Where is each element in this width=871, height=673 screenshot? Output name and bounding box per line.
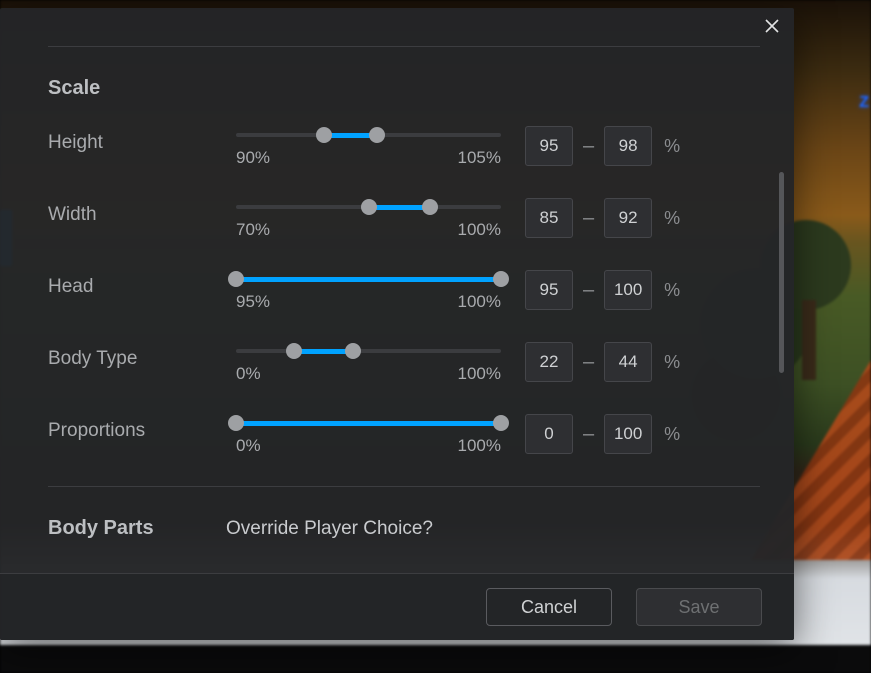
- scene-tree-trunk: [802, 300, 816, 380]
- override-player-choice-label: Override Player Choice?: [226, 518, 784, 540]
- scrollbar-thumb[interactable]: [779, 172, 784, 372]
- value-low-height[interactable]: [525, 126, 573, 166]
- section-title-body-parts: Body Parts: [48, 517, 226, 540]
- slider-height[interactable]: 90% 105%: [236, 126, 501, 168]
- unit-label: %: [664, 208, 680, 229]
- close-icon: [765, 19, 779, 33]
- value-high-input-head[interactable]: [605, 271, 651, 309]
- range-dash: –: [583, 136, 594, 156]
- slider-max-label: 100%: [458, 436, 501, 456]
- slider-min-label: 90%: [236, 148, 270, 168]
- save-button: Save: [636, 588, 762, 626]
- modal-body: Scale Height 90% 105% –% Width 70% 100% –% Head 9…: [0, 46, 784, 573]
- slider-handle-high[interactable]: [493, 271, 509, 287]
- value-low-input-proportions[interactable]: [526, 415, 572, 453]
- value-low-input-body-type[interactable]: [526, 343, 572, 381]
- slider-handle-low[interactable]: [316, 127, 332, 143]
- value-high-width[interactable]: [604, 198, 652, 238]
- value-pair-proportions: –%: [511, 414, 784, 454]
- slider-body-type[interactable]: 0% 100%: [236, 342, 501, 384]
- slider-max-label: 100%: [458, 220, 501, 240]
- slider-handle-high[interactable]: [422, 199, 438, 215]
- value-pair-width: –%: [511, 198, 784, 238]
- range-dash: –: [583, 352, 594, 372]
- unit-label: %: [664, 136, 680, 157]
- cancel-button-label: Cancel: [521, 597, 577, 618]
- value-high-head[interactable]: [604, 270, 652, 310]
- value-low-input-width[interactable]: [526, 199, 572, 237]
- slider-fill: [369, 205, 431, 210]
- cancel-button[interactable]: Cancel: [486, 588, 612, 626]
- section-divider-top: [48, 46, 760, 47]
- bottom-bar: [0, 645, 871, 673]
- slider-handle-low[interactable]: [286, 343, 302, 359]
- scale-row-head: Head 95% 100% –%: [48, 270, 784, 312]
- slider-max-label: 100%: [458, 292, 501, 312]
- row-label-head: Head: [48, 270, 226, 298]
- range-dash: –: [583, 280, 594, 300]
- range-dash: –: [583, 424, 594, 444]
- avatar-settings-modal: Scale Height 90% 105% –% Width 70% 100% –% Head 9…: [0, 8, 794, 640]
- slider-fill: [236, 421, 501, 426]
- row-label-proportions: Proportions: [48, 414, 226, 442]
- row-label-body-type: Body Type: [48, 342, 226, 370]
- slider-handle-high[interactable]: [493, 415, 509, 431]
- slider-min-label: 70%: [236, 220, 270, 240]
- slider-width[interactable]: 70% 100%: [236, 198, 501, 240]
- value-high-input-proportions[interactable]: [605, 415, 651, 453]
- value-high-input-height[interactable]: [605, 127, 651, 165]
- row-label-height: Height: [48, 126, 226, 154]
- scrollbar[interactable]: [774, 46, 784, 573]
- slider-handle-low[interactable]: [228, 271, 244, 287]
- value-low-width[interactable]: [525, 198, 573, 238]
- section-divider-bottom: [48, 486, 760, 487]
- scene-marker-letter: Z: [859, 94, 869, 112]
- slider-fill: [294, 349, 352, 354]
- scale-row-width: Width 70% 100% –%: [48, 198, 784, 240]
- slider-min-label: 0%: [236, 436, 261, 456]
- value-low-input-height[interactable]: [526, 127, 572, 165]
- value-high-input-width[interactable]: [605, 199, 651, 237]
- slider-handle-low[interactable]: [361, 199, 377, 215]
- unit-label: %: [664, 280, 680, 301]
- slider-head[interactable]: 95% 100%: [236, 270, 501, 312]
- value-low-input-head[interactable]: [526, 271, 572, 309]
- scale-row-body-type: Body Type 0% 100% –%: [48, 342, 784, 384]
- value-low-body-type[interactable]: [525, 342, 573, 382]
- value-pair-head: –%: [511, 270, 784, 310]
- value-high-input-body-type[interactable]: [605, 343, 651, 381]
- slider-rail: [236, 349, 501, 353]
- slider-fill: [236, 277, 501, 282]
- scale-row-height: Height 90% 105% –%: [48, 126, 784, 168]
- save-button-label: Save: [678, 597, 719, 618]
- unit-label: %: [664, 424, 680, 445]
- value-high-body-type[interactable]: [604, 342, 652, 382]
- slider-min-label: 95%: [236, 292, 270, 312]
- range-dash: –: [583, 208, 594, 228]
- unit-label: %: [664, 352, 680, 373]
- row-label-width: Width: [48, 198, 226, 226]
- value-pair-body-type: –%: [511, 342, 784, 382]
- value-pair-height: –%: [511, 126, 784, 166]
- value-low-head[interactable]: [525, 270, 573, 310]
- slider-proportions[interactable]: 0% 100%: [236, 414, 501, 456]
- slider-max-label: 105%: [458, 148, 501, 168]
- value-high-proportions[interactable]: [604, 414, 652, 454]
- slider-handle-low[interactable]: [228, 415, 244, 431]
- close-button[interactable]: [760, 14, 784, 38]
- slider-handle-high[interactable]: [369, 127, 385, 143]
- slider-max-label: 100%: [458, 364, 501, 384]
- modal-footer: Cancel Save: [0, 573, 794, 640]
- section-title-scale: Scale: [48, 77, 784, 100]
- slider-min-label: 0%: [236, 364, 261, 384]
- slider-handle-high[interactable]: [345, 343, 361, 359]
- value-high-height[interactable]: [604, 126, 652, 166]
- value-low-proportions[interactable]: [525, 414, 573, 454]
- scale-row-proportions: Proportions 0% 100% –%: [48, 414, 784, 456]
